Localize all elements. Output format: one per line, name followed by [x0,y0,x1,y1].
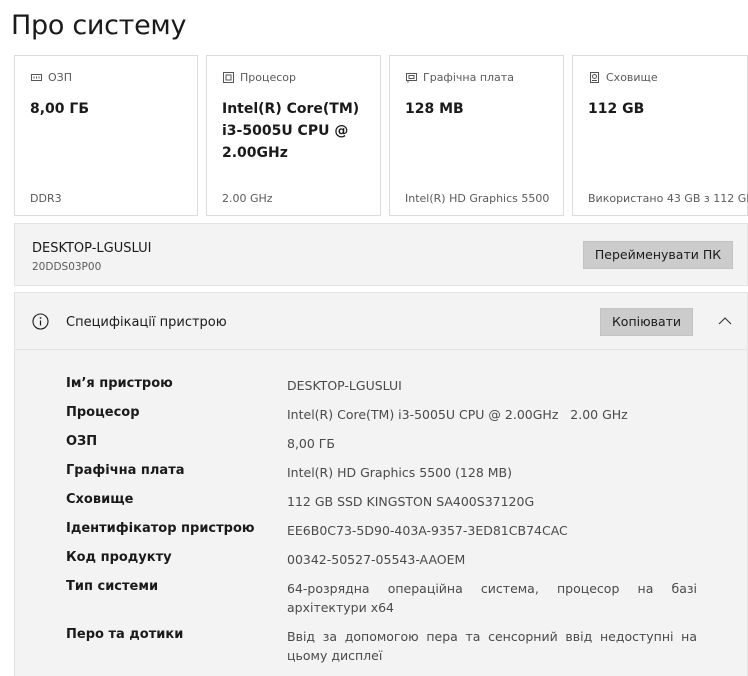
ram-type: DDR3 [30,192,62,205]
device-name: DESKTOP-LGUSLUI [32,241,152,256]
spec-value: 00342-50527-05543-AAOEM [287,552,466,567]
ram-card: ОЗП 8,00 ГБ DDR3 [14,55,198,216]
copy-button[interactable]: Копіювати [600,308,693,336]
graphics-value: 128 MB [405,101,464,117]
spec-value: Intel(R) HD Graphics 5500 (128 MB) [287,465,512,480]
processor-speed: 2.00 GHz [222,192,273,205]
processor-icon [223,72,234,83]
spec-label: Тип системи [66,579,159,594]
info-icon [32,313,49,330]
spec-header[interactable]: Специфікації пристрою Копіювати [15,293,747,350]
spec-value: 8,00 ГБ [287,436,336,451]
device-bar: DESKTOP-LGUSLUI 20DDS03P00 Перейменувати… [14,223,748,286]
ram-label: ОЗП [48,71,72,84]
chevron-up-icon[interactable] [718,316,732,326]
spec-value: 112 GB SSD KINGSTON SA400S37120G [287,494,535,509]
processor-value: Intel(R) Core(TM) i3-5005U CPU @ 2.00GHz [222,101,360,161]
spec-label: Ім’я пристрою [66,376,173,391]
graphics-model: Intel(R) HD Graphics 5500 [405,192,550,205]
storage-value: 112 GB [588,101,645,117]
storage-label: Сховище [606,71,658,84]
spec-label: ОЗП [66,434,98,449]
summary-cards: ОЗП 8,00 ГБ DDR3 Процесор Intel(R) Core(… [14,55,748,216]
spec-value: Ввід за допомогою пера та сенсорний ввід… [287,629,697,663]
storage-usage: Використано 43 GB з 112 GB [588,192,748,205]
ram-value: 8,00 ГБ [30,101,90,117]
spec-label: Процесор [66,405,140,420]
spec-value: 64-розрядна операційна система, процесор… [287,581,697,615]
device-specifications: Специфікації пристрою Копіювати Ім’я при… [14,292,748,676]
ram-icon [31,74,42,81]
graphics-card-icon [406,73,417,83]
spec-label: Сховище [66,492,134,507]
spec-title: Специфікації пристрою [66,315,227,330]
storage-card: Сховище 112 GB Використано 43 GB з 112 G… [572,55,748,216]
processor-label: Процесор [240,71,296,84]
device-model: 20DDS03P00 [32,261,102,273]
storage-icon [590,72,599,83]
spec-value: EE6B0C73-5D90-403A-9357-3ED81CB74CAC [287,523,568,538]
processor-card: Процесор Intel(R) Core(TM) i3-5005U CPU … [206,55,381,216]
spec-value: Intel(R) Core(TM) i3-5005U CPU @ 2.00GHz… [287,407,628,422]
rename-pc-button[interactable]: Перейменувати ПК [583,241,733,269]
graphics-label: Графічна плата [423,71,514,84]
spec-value: DESKTOP-LGUSLUI [287,378,402,393]
spec-label: Графічна плата [66,463,185,478]
spec-label: Ідентифікатор пристрою [66,521,255,536]
page-title: Про систему [11,10,187,41]
spec-label: Код продукту [66,550,172,565]
graphics-card: Графічна плата 128 MB Intel(R) HD Graphi… [389,55,564,216]
spec-label: Перо та дотики [66,627,184,642]
